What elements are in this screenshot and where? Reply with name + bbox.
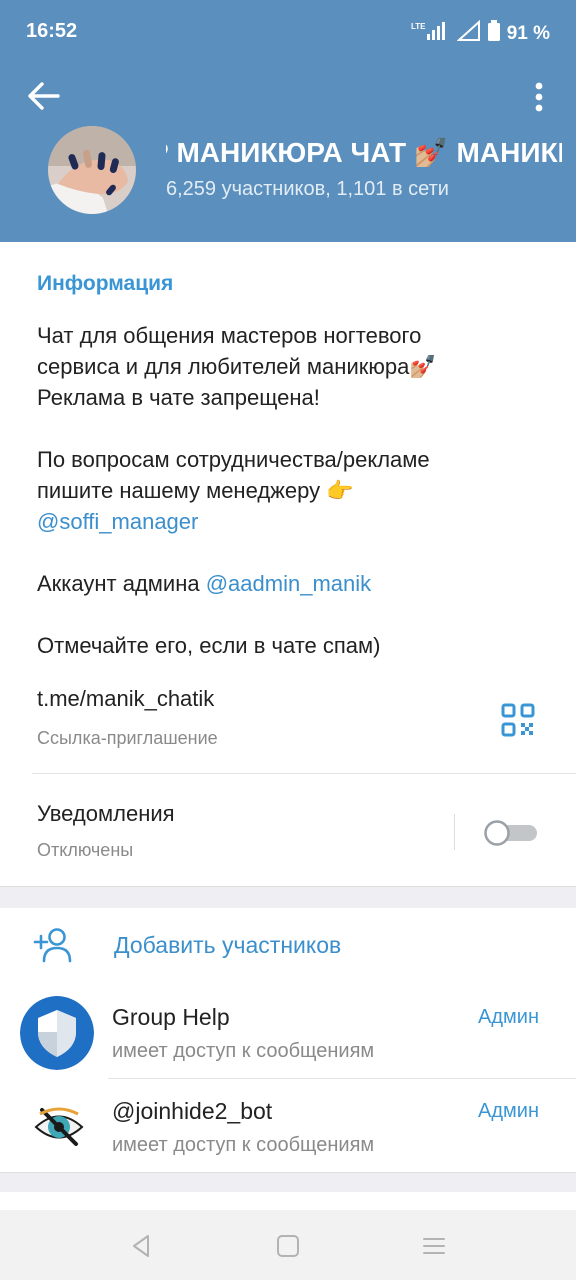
invite-caption: Ссылка-приглашение [37,728,218,748]
member-role: Админ [478,1006,539,1028]
arrow-left-icon [28,82,60,110]
battery-percent: 91 % [506,23,550,44]
members-section: Добавить участников Group Help имеет дос… [0,908,576,1172]
back-button[interactable] [22,76,66,116]
nav-menu-button[interactable] [420,1232,448,1260]
add-members-button[interactable]: Добавить участников [0,908,576,984]
description-blank [37,537,537,568]
divider [108,1078,576,1079]
notifications-state: Отключены [37,840,134,860]
admin-prefix: Аккаунт админа [37,571,206,596]
manager-link[interactable]: @soffi_manager [37,506,537,537]
status-bar: 16:52 LTE 91 % [0,0,576,64]
description-blank [37,413,537,444]
description-blank [37,599,537,630]
description-line: пишите нашему менеджеру 👉 [37,478,354,503]
chat-title-marquee: Р МАНИКЮРА ЧАТ 💅🏼 МАНИКЮРА ЧАТ [166,134,562,174]
battery-icon [487,20,501,48]
home-square-icon [277,1235,299,1257]
description-line: Отмечайте его, если в чате спам) [37,633,381,658]
member-row[interactable]: Group Help имеет доступ к сообщениям Адм… [0,994,576,1086]
status-time: 16:52 [26,20,78,42]
member-name: @joinhide2_bot [112,1098,273,1124]
menu-lines-icon [423,1238,445,1254]
lte-signal-icon: LTE [411,20,451,48]
svg-text:LTE: LTE [411,22,426,31]
toggle-off-icon [484,820,537,846]
member-status: имеет доступ к сообщениям [112,1134,375,1156]
chat-subtitle: 6,259 участников, 1,101 в сети [166,178,449,200]
member-avatar [32,1100,86,1154]
description-line: По вопросам сотрудничества/рекламе [37,447,430,472]
system-nav-bar [0,1210,576,1280]
section-gap [0,1172,576,1193]
nav-back-button[interactable] [128,1232,156,1260]
status-icons: LTE 91 % [411,19,550,48]
divider [32,773,576,774]
signal-outline-icon [456,19,481,48]
crossed-eye-icon [32,1100,86,1154]
vertical-dots-icon [535,82,543,112]
info-section: Информация Чат для общения мастеров ногт… [0,242,576,886]
member-avatar [20,996,94,1070]
qr-code-button[interactable] [500,702,536,738]
shield-icon [20,996,94,1070]
notifications-toggle[interactable] [483,819,539,847]
description-line: Реклама в чате запрещена! [37,385,320,410]
chat-title: Р МАНИКЮРА ЧАТ 💅🏼 МАНИКЮРА ЧАТ [166,137,562,168]
back-triangle-icon [133,1235,149,1257]
member-name: Group Help [112,1004,230,1030]
chat-avatar[interactable] [48,126,136,214]
add-user-icon [33,928,72,963]
chat-header: Р МАНИКЮРА ЧАТ 💅🏼 МАНИКЮРА ЧАТ 6,259 уча… [0,64,576,242]
info-heading: Информация [37,272,174,295]
admin-line: Аккаунт админа @aadmin_manik [37,568,537,599]
member-row[interactable]: @joinhide2_bot имеет доступ к сообщениям… [0,1088,576,1180]
add-members-label: Добавить участников [114,932,342,958]
member-status: имеет доступ к сообщениям [112,1040,375,1062]
chat-description: Чат для общения мастеров ногтевого серви… [37,320,537,661]
manicure-hand-image [48,126,136,214]
section-strip [0,1192,576,1210]
more-button[interactable] [524,78,554,116]
qr-code-icon [501,703,535,737]
description-line: Чат для общения мастеров ногтевого [37,323,422,348]
notifications-label[interactable]: Уведомления [37,801,175,827]
section-gap [0,886,576,909]
invite-link[interactable]: t.me/manik_chatik [37,686,214,712]
divider [454,814,455,850]
nav-home-button[interactable] [274,1232,302,1260]
member-role: Админ [478,1100,539,1122]
admin-link[interactable]: @aadmin_manik [206,571,371,596]
description-line: сервиса и для любителей маникюра💅🏼 [37,354,437,379]
